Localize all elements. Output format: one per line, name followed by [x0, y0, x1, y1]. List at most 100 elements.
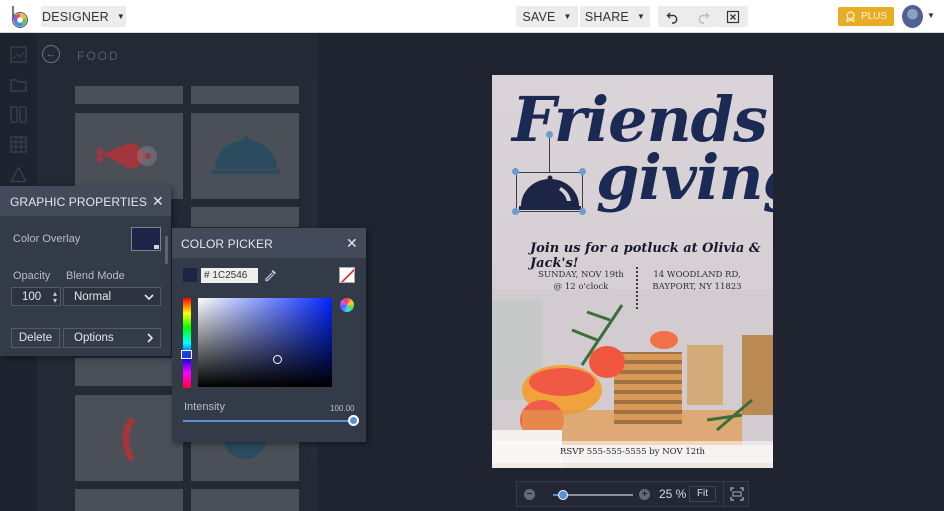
user-avatar[interactable] [902, 5, 923, 28]
zoom-bar: − + 25 % Fit [516, 481, 749, 507]
folder-icon[interactable] [10, 76, 27, 93]
hex-color-input[interactable] [201, 268, 258, 283]
graphic-properties-panel: GRAPHIC PROPERTIES ✕ Color Overlay Opaci… [0, 186, 171, 356]
current-color-swatch [183, 268, 197, 282]
resize-handle-se[interactable] [579, 208, 586, 215]
zoom-fit-button[interactable]: Fit [689, 486, 716, 502]
zoom-slider[interactable] [553, 490, 633, 500]
close-icon[interactable]: ✕ [152, 193, 164, 210]
close-icon[interactable]: ✕ [346, 235, 358, 252]
graphic-properties-header: GRAPHIC PROPERTIES ✕ [0, 186, 171, 216]
color-picker-header: COLOR PICKER ✕ [172, 228, 366, 258]
grid-icon[interactable] [10, 136, 27, 153]
zoom-out-icon[interactable]: − [524, 489, 535, 500]
top-toolbar: DESIGNER ▼ SAVE ▼ SHARE ▼ PLUS ▼ [0, 0, 944, 33]
intensity-slider[interactable] [183, 420, 353, 422]
blend-mode-label: Blend Mode [66, 270, 125, 282]
share-button[interactable]: SHARE ▼ [580, 6, 650, 27]
rotate-handle[interactable] [546, 131, 553, 138]
color-overlay-swatch[interactable] [131, 227, 161, 251]
hue-slider-marker[interactable] [181, 350, 192, 359]
app-logo-icon[interactable] [9, 5, 31, 29]
rsvp-text[interactable]: RSVP 555-555-5555 by NOV 12th [492, 447, 773, 457]
date-text[interactable]: SUNDAY, NOV 19th @ 12 o'clock [526, 269, 636, 293]
design-page[interactable]: Friends giving Join us for a potluck at … [492, 75, 773, 468]
redo-icon [698, 12, 709, 24]
panel-scrollbar[interactable] [165, 236, 168, 264]
blend-mode-select[interactable]: Normal [63, 287, 161, 306]
close-project-icon [726, 10, 739, 23]
options-label: Options [74, 332, 114, 344]
plus-label: PLUS [860, 11, 888, 22]
close-project-button[interactable] [717, 6, 748, 27]
dotted-divider [636, 267, 638, 309]
design-tagline[interactable]: Join us for a potluck at Olivia & Jack's… [530, 241, 773, 271]
zoom-value: 25 % [659, 487, 687, 501]
dropdown-caret-icon [154, 245, 159, 249]
chili-pepper-icon [122, 417, 135, 461]
zoom-in-icon[interactable]: + [639, 489, 650, 500]
share-label: SHARE [584, 9, 629, 24]
intensity-value: 100.00 [330, 404, 355, 413]
intensity-slider-knob[interactable] [348, 415, 359, 426]
hue-slider[interactable] [183, 298, 191, 388]
graphic-tile-cloche[interactable] [191, 113, 299, 199]
undo-button[interactable] [658, 6, 688, 27]
save-button[interactable]: SAVE ▼ [516, 6, 578, 27]
address-line2: BAYPORT, NY 11823 [652, 282, 742, 292]
chevron-down-icon: ▼ [563, 12, 572, 21]
graphic-tile[interactable] [75, 86, 183, 104]
resize-handle-ne[interactable] [579, 168, 586, 175]
eyedropper-icon[interactable] [264, 268, 278, 282]
color-selection-marker[interactable] [273, 355, 282, 364]
date-line1: SUNDAY, NOV 19th [538, 270, 624, 280]
saturation-value-area[interactable] [198, 298, 332, 387]
save-label: SAVE [522, 9, 556, 24]
intensity-label: Intensity [184, 401, 225, 413]
no-color-icon[interactable] [339, 267, 355, 283]
fullscreen-icon[interactable] [730, 487, 744, 501]
mode-menu-label: DESIGNER [41, 9, 109, 24]
undo-icon [666, 12, 678, 24]
graphic-tile[interactable] [191, 207, 299, 227]
address-text[interactable]: 14 WOODLAND RD, BAYPORT, NY 11823 [642, 269, 752, 293]
stepper-arrows-icon[interactable]: ▴ ▾ [53, 290, 57, 305]
opacity-label: Opacity [13, 270, 51, 282]
mode-menu-button[interactable]: DESIGNER ▼ [41, 6, 126, 27]
color-wheel-icon[interactable] [340, 298, 354, 312]
chevron-down-icon[interactable]: ▼ [927, 11, 935, 20]
color-picker-panel: COLOR PICKER ✕ Intensity 100.00 [172, 228, 366, 442]
zoom-separator [723, 482, 724, 506]
chevron-down-icon [144, 293, 154, 300]
layout-icon[interactable] [10, 106, 27, 123]
delete-label: Delete [18, 332, 53, 344]
zoom-slider-knob[interactable] [557, 490, 568, 500]
shapes-icon[interactable] [10, 166, 27, 183]
back-arrow-icon[interactable]: ← [42, 45, 60, 63]
color-picker-title: COLOR PICKER [181, 237, 273, 251]
graphic-tile[interactable] [75, 489, 183, 511]
cloche-icon [212, 136, 280, 174]
badge-icon [846, 11, 855, 22]
resize-handle-nw[interactable] [512, 168, 519, 175]
address-line1: 14 WOODLAND RD, [653, 270, 741, 280]
redo-button[interactable] [688, 6, 717, 27]
color-overlay-label: Color Overlay [13, 233, 81, 245]
upgrade-plus-button[interactable]: PLUS [838, 7, 894, 26]
opacity-value: 100 [22, 290, 42, 303]
date-line2: @ 12 o'clock [553, 282, 609, 292]
graphic-tile[interactable] [191, 489, 299, 511]
selected-graphic-cloche[interactable] [516, 172, 583, 212]
category-title: FOOD [77, 49, 120, 63]
chevron-down-icon: ▼ [116, 12, 125, 21]
image-icon[interactable] [10, 46, 27, 63]
resize-handle-sw[interactable] [512, 208, 519, 215]
design-title-line2[interactable]: giving [596, 141, 773, 214]
delete-button[interactable]: Delete [11, 328, 60, 348]
graphic-tile-pepper[interactable] [75, 395, 183, 481]
chevron-down-icon: ▼ [636, 12, 646, 21]
graphic-tile[interactable] [191, 86, 299, 104]
options-button[interactable]: Options [63, 328, 161, 348]
opacity-input[interactable]: 100 ▴ ▾ [11, 287, 61, 306]
graphic-tile[interactable] [75, 358, 183, 386]
